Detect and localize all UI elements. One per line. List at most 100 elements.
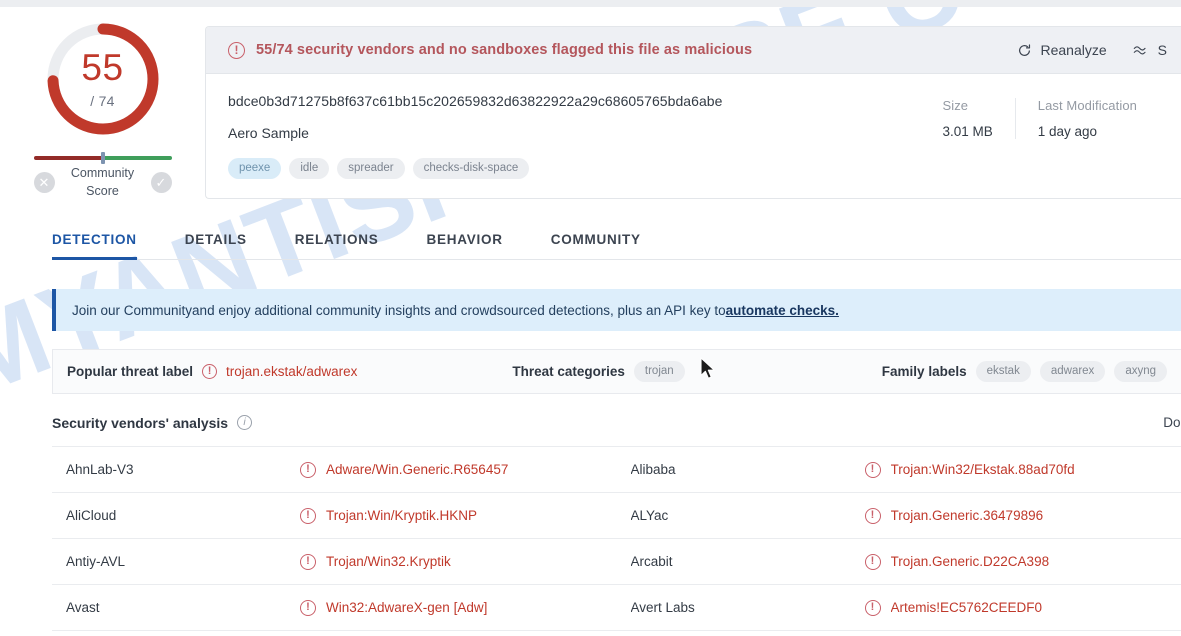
malicious-alert-text: 55/74 security vendors and no sandboxes … (256, 42, 753, 58)
file-last-modification-column: Last Modification 1 day ago (1014, 98, 1159, 139)
file-tag[interactable]: spreader (337, 158, 405, 179)
exclamation-circle-icon: ! (864, 599, 881, 616)
vendor-cell: Antiy-AVL ! Trojan/Win32.Kryptik (52, 539, 617, 584)
vendor-result: ! Win32:AdwareX-gen [Adw] (300, 599, 487, 616)
vendor-result-text[interactable]: Adware/Win.Generic.R656457 (326, 462, 508, 477)
family-label-chip[interactable]: axyng (1114, 361, 1167, 382)
tab-behavior[interactable]: BEHAVIOR (427, 232, 503, 259)
exclamation-circle-icon: ! (300, 461, 316, 478)
file-meta-columns: Size 3.01 MB Last Modification 1 day ago (920, 93, 1159, 139)
vendor-result-text[interactable]: Trojan.Generic.D22CA398 (891, 554, 1050, 569)
threat-categories-label: Threat categories (512, 364, 625, 379)
exclamation-circle-icon: ! (202, 364, 218, 379)
vendor-result: ! Trojan.Generic.36479896 (864, 507, 1044, 524)
file-tag[interactable]: checks-disk-space (412, 158, 530, 179)
family-label-chip[interactable]: adwarex (1039, 361, 1106, 382)
threat-summary-card: Popular threat label ! trojan.ekstak/adw… (52, 349, 1181, 394)
family-label-chip[interactable]: ekstak (975, 361, 1031, 382)
vendor-result: ! Trojan/Win32.Kryptik (300, 553, 451, 570)
tab-details[interactable]: DETAILS (185, 232, 247, 259)
community-score-block: ✕ Community Score ✓ (33, 152, 172, 200)
detection-gauge-center: 55 / 74 (41, 17, 165, 141)
file-tag[interactable]: idle (289, 158, 330, 179)
detection-score: 55 (81, 47, 124, 88)
threat-category-chip[interactable]: trojan (633, 361, 685, 382)
vendor-result-text[interactable]: Trojan:Win32/Ekstak.88ad70fd (891, 462, 1075, 477)
vendor-result-text[interactable]: Trojan:Win/Kryptik.HKNP (326, 508, 477, 523)
info-icon[interactable]: i (237, 415, 253, 430)
exclamation-circle-icon: ! (864, 507, 881, 524)
community-score-negative-track (33, 156, 103, 160)
malicious-alert-message: ! 55/74 security vendors and no sandboxe… (228, 41, 999, 59)
vendor-result: ! Trojan:Win32/Ekstak.88ad70fd (864, 461, 1075, 478)
vendor-result-text[interactable]: Artemis!EC5762CEEDF0 (891, 600, 1043, 615)
community-score-label: Community Score (55, 164, 151, 200)
community-score-positive-track (102, 156, 172, 160)
close-circle-icon[interactable]: ✕ (33, 171, 55, 193)
similar-wave-icon (1133, 44, 1149, 56)
similar-button[interactable]: S (1133, 42, 1167, 58)
family-labels-label: Family labels (881, 364, 967, 379)
vendor-cell: Alibaba ! Trojan:Win32/Ekstak.88ad70fd (617, 447, 1181, 492)
vendor-name: ALYac (630, 508, 669, 523)
file-tag-list: peexe idle spreader checks-disk-space (228, 158, 920, 179)
community-score-slider[interactable] (33, 152, 172, 164)
table-row: Antiy-AVL ! Trojan/Win32.Kryptik Arcabit… (52, 539, 1181, 585)
file-details-body: bdce0b3d71275b8f637c61bb15c202659832d638… (206, 74, 1181, 198)
top-strip (0, 0, 1181, 7)
security-vendors-title-group: Security vendors' analysis i (52, 414, 253, 431)
file-size-column: Size 3.01 MB (920, 98, 1014, 139)
community-score-label-line2: Score (86, 184, 119, 199)
vendor-result-text[interactable]: Trojan.Generic.36479896 (891, 508, 1044, 523)
file-name: Aero Sample (228, 125, 309, 141)
exclamation-circle-icon: ! (300, 553, 316, 570)
join-community-banner: Join our Community and enjoy additional … (52, 289, 1181, 331)
vendor-name: AhnLab-V3 (66, 462, 134, 477)
table-row: AliCloud ! Trojan:Win/Kryptik.HKNP ALYac… (52, 493, 1181, 539)
vendor-result: ! Trojan.Generic.D22CA398 (864, 553, 1050, 570)
reanalyze-label: Reanalyze (1040, 42, 1107, 58)
exclamation-circle-icon: ! (300, 599, 316, 616)
reanalyze-button[interactable]: Reanalyze (1017, 42, 1107, 58)
community-score-row: ✕ Community Score ✓ (33, 164, 172, 200)
vendor-name: Avast (66, 600, 100, 615)
virustotal-file-report-page: MYANTISPYWARE.COM 55 / 74 ✕ Community Sc… (0, 0, 1181, 636)
security-vendors-table: AhnLab-V3 ! Adware/Win.Generic.R656457 A… (52, 446, 1181, 631)
table-row: Avast ! Win32:AdwareX-gen [Adw] Avert La… (52, 585, 1181, 631)
table-row: AhnLab-V3 ! Adware/Win.Generic.R656457 A… (52, 447, 1181, 493)
exclamation-circle-icon: ! (864, 461, 881, 478)
popular-threat-value[interactable]: trojan.ekstak/adwarex (226, 364, 357, 379)
vendor-name: Avert Labs (630, 600, 695, 615)
vendor-result: ! Artemis!EC5762CEEDF0 (864, 599, 1043, 616)
file-size-label: Size (942, 98, 969, 113)
vendor-cell: Avast ! Win32:AdwareX-gen [Adw] (52, 585, 617, 630)
detection-gauge: 55 / 74 (41, 17, 165, 141)
file-summary-panel: ! 55/74 security vendors and no sandboxe… (205, 26, 1181, 199)
vendor-result-text[interactable]: Win32:AdwareX-gen [Adw] (326, 600, 487, 615)
vendor-result: ! Trojan:Win/Kryptik.HKNP (300, 507, 477, 524)
automate-checks-link[interactable]: automate checks. (726, 303, 839, 318)
refresh-icon (1017, 43, 1032, 58)
check-circle-icon[interactable]: ✓ (150, 171, 172, 193)
vendor-cell: ALYac ! Trojan.Generic.36479896 (617, 493, 1181, 538)
file-hash[interactable]: bdce0b3d71275b8f637c61bb15c202659832d638… (228, 93, 920, 109)
file-last-modification-value: 1 day ago (1037, 124, 1098, 139)
file-tag[interactable]: peexe (228, 158, 282, 179)
vendor-cell: Avert Labs ! Artemis!EC5762CEEDF0 (617, 585, 1181, 630)
vendor-name: Antiy-AVL (66, 554, 126, 569)
tab-relations[interactable]: RELATIONS (295, 232, 379, 259)
vendor-cell: AliCloud ! Trojan:Win/Kryptik.HKNP (52, 493, 617, 538)
vendor-cell: Arcabit ! Trojan.Generic.D22CA398 (617, 539, 1181, 584)
popular-threat-label: Popular threat label (67, 364, 194, 379)
threat-categories-group: Threat categories trojan (512, 361, 685, 382)
security-vendors-title: Security vendors' analysis (52, 414, 229, 431)
exclamation-circle-icon: ! (228, 41, 245, 59)
report-tabs: DETECTION DETAILS RELATIONS BEHAVIOR COM… (52, 222, 1181, 260)
community-score-handle[interactable] (100, 152, 105, 164)
tab-detection[interactable]: DETECTION (52, 232, 137, 260)
join-community-link[interactable]: Join our Community (72, 303, 192, 318)
popular-threat-label-group: Popular threat label ! trojan.ekstak/adw… (67, 364, 357, 379)
vendor-result-text[interactable]: Trojan/Win32.Kryptik (326, 554, 451, 569)
tab-community[interactable]: COMMUNITY (551, 232, 641, 259)
vendor-cell: AhnLab-V3 ! Adware/Win.Generic.R656457 (52, 447, 617, 492)
